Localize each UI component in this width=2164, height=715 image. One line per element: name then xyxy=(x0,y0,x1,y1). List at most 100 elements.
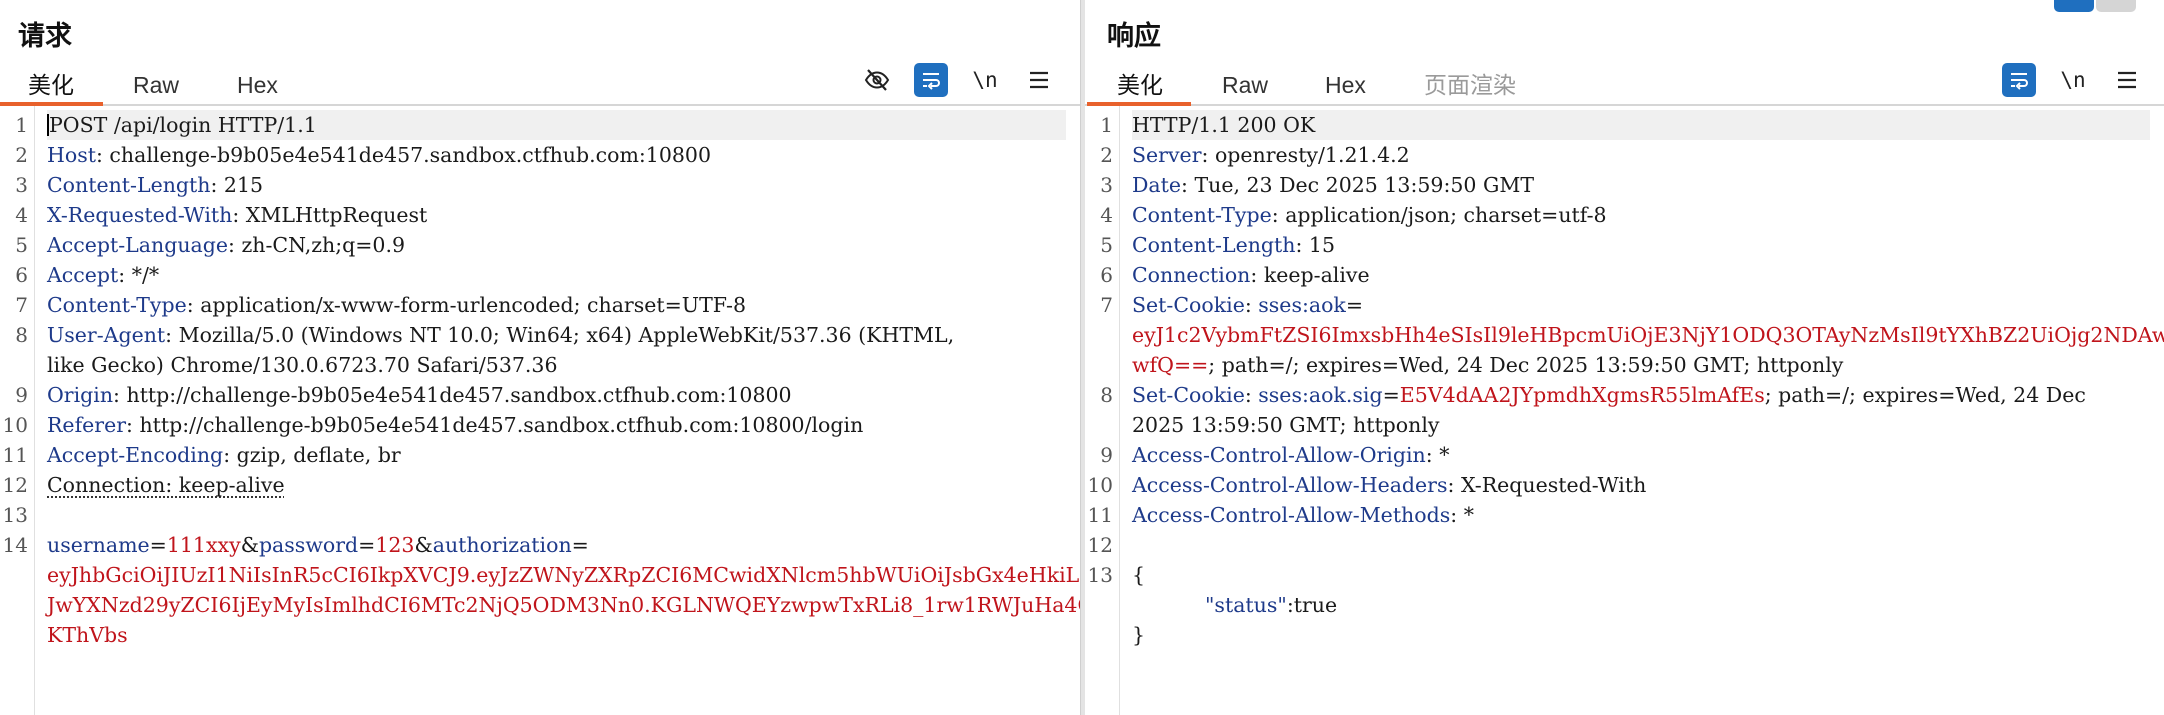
header-value: http://challenge-b9b05e4e541de457.sandbo… xyxy=(119,383,792,407)
request-editor[interactable]: 1 2 3 4 5 6 7 8 9 10 11 12 13 14 POST /a… xyxy=(0,106,1080,715)
wrap-icon[interactable] xyxy=(914,63,948,97)
header-name: Content-Type xyxy=(1132,203,1272,227)
line-number: 9 xyxy=(15,383,28,407)
header-value: gzip, deflate, br xyxy=(230,443,401,467)
request-line-3: Content-Length: 215 xyxy=(47,173,264,197)
line-number: 8 xyxy=(15,323,28,347)
header-value: Mozilla/5.0 (Windows NT 10.0; Win64; x64… xyxy=(172,323,955,347)
header-value: http://challenge-b9b05e4e541de457.sandbo… xyxy=(132,413,864,437)
response-line-4: Content-Type: application/json; charset=… xyxy=(1132,203,1607,227)
line-number: 8 xyxy=(1100,383,1113,407)
response-line-gutter: 1 2 3 4 5 6 7 8 9 10 11 12 13 xyxy=(1085,106,1120,715)
header-value: * xyxy=(1457,503,1474,527)
json-open-brace: { xyxy=(1132,563,1146,587)
response-status-line: HTTP/1.1 200 OK xyxy=(1132,110,2150,140)
header-value: openresty/1.21.4.2 xyxy=(1208,143,1410,167)
cookie-name: sses:aok xyxy=(1258,293,1346,317)
header-name: Accept-Encoding xyxy=(47,443,224,467)
line-number: 11 xyxy=(2,443,28,467)
line-number: 4 xyxy=(15,203,28,227)
header-name: Access-Control-Allow-Methods xyxy=(1132,503,1451,527)
hamburger-menu-icon[interactable] xyxy=(1022,63,1056,97)
layout-toggle-button[interactable] xyxy=(2096,0,2136,12)
header-name: Access-Control-Allow-Origin xyxy=(1132,443,1426,467)
line-number: 6 xyxy=(15,263,28,287)
line-number: 3 xyxy=(15,173,28,197)
request-line-9: Origin: http://challenge-b9b05e4e541de45… xyxy=(47,383,792,407)
cookie-value-wrap: wfQ==; path=/; expires=Wed, 24 Dec 2025 … xyxy=(1132,350,2150,380)
header-value: application/x-www-form-urlencoded; chars… xyxy=(193,293,747,317)
request-pane: 请求 美化 Raw Hex \n 1 2 3 4 5 6 7 8 9 10 11 xyxy=(0,0,1080,715)
header-name: Content-Length xyxy=(1132,233,1296,257)
response-line-6: Connection: keep-alive xyxy=(1132,263,1370,287)
request-tab-hex[interactable]: Hex xyxy=(237,68,278,102)
header-name: Accept xyxy=(47,263,119,287)
json-close-brace: } xyxy=(1132,623,1146,647)
request-body-line: username=111xxy&password=123&authorizati… xyxy=(47,533,589,557)
line-number: 2 xyxy=(15,143,28,167)
response-line-9: Access-Control-Allow-Origin: * xyxy=(1132,443,1450,467)
param-name: password xyxy=(258,533,359,557)
param-value: 111xxy xyxy=(166,533,241,557)
header-name: User-Agent xyxy=(47,323,166,347)
request-body-token-wrap: KThVbs xyxy=(47,623,128,647)
header-name: Content-Length xyxy=(47,173,211,197)
request-line-5: Accept-Language: zh-CN,zh;q=0.9 xyxy=(47,233,406,257)
response-tab-hex[interactable]: Hex xyxy=(1325,68,1366,102)
line-number: 14 xyxy=(2,533,28,557)
header-value: * xyxy=(1432,443,1450,467)
hamburger-menu-icon[interactable] xyxy=(2110,63,2144,97)
header-name: Origin xyxy=(47,383,114,407)
header-name: Server xyxy=(1132,143,1202,167)
line-number: 5 xyxy=(1100,233,1113,257)
newline-toggle-button[interactable]: \n xyxy=(968,63,1002,97)
eye-off-icon[interactable] xyxy=(860,63,894,97)
request-tab-pretty[interactable]: 美化 xyxy=(28,68,74,102)
line-number: 9 xyxy=(1100,443,1113,467)
line-number: 11 xyxy=(1087,503,1113,527)
header-value: 15 xyxy=(1302,233,1336,257)
line-number: 4 xyxy=(1100,203,1113,227)
request-tabbar: 美化 Raw Hex \n xyxy=(0,60,1080,106)
response-tab-raw[interactable]: Raw xyxy=(1222,68,1268,102)
request-line: POST /api/login HTTP/1.1 xyxy=(49,113,317,137)
request-body-token-wrap: eyJhbGciOiJIUzI1NiIsInR5cCI6IkpXVCJ9.eyJ… xyxy=(47,563,1080,587)
header-value: 215 xyxy=(217,173,264,197)
line-number: 12 xyxy=(2,473,28,497)
wrap-icon[interactable] xyxy=(2002,63,2036,97)
header-value: zh-CN,zh;q=0.9 xyxy=(234,233,406,257)
response-tab-render[interactable]: 页面渲染 xyxy=(1424,68,1516,102)
header-name: Set-Cookie xyxy=(1132,383,1245,407)
response-line-7: Set-Cookie: sses:aok= xyxy=(1132,293,1364,317)
line-number: 10 xyxy=(2,413,28,437)
line-number: 5 xyxy=(15,233,28,257)
param-value: 123 xyxy=(375,533,415,557)
line-number: 1 xyxy=(15,113,28,137)
header-name: Set-Cookie xyxy=(1132,293,1245,317)
response-line-11: Access-Control-Allow-Methods: * xyxy=(1132,503,1474,527)
response-line-5: Content-Length: 15 xyxy=(1132,233,1336,257)
response-line-10: Access-Control-Allow-Headers: X-Requeste… xyxy=(1132,473,1647,497)
layout-toggle-button[interactable] xyxy=(2054,0,2094,12)
request-line-gutter: 1 2 3 4 5 6 7 8 9 10 11 12 13 14 xyxy=(0,106,35,715)
response-line-3: Date: Tue, 23 Dec 2025 13:59:50 GMT xyxy=(1132,173,1534,197)
response-editor[interactable]: 1 2 3 4 5 6 7 8 9 10 11 12 13 HTTP/1.1 2… xyxy=(1085,106,2164,715)
line-number: 7 xyxy=(1100,293,1113,317)
response-title: 响应 xyxy=(1107,21,1161,51)
request-line-10: Referer: http://challenge-b9b05e4e541de4… xyxy=(47,413,864,437)
cookie-attributes: ; path=/; expires=Wed, 24 Dec 2025 13:59… xyxy=(1208,353,1844,377)
line-number: 13 xyxy=(2,503,28,527)
line-number: 13 xyxy=(1087,563,1113,587)
response-tab-pretty[interactable]: 美化 xyxy=(1117,68,1163,102)
request-line-8: User-Agent: Mozilla/5.0 (Windows NT 10.0… xyxy=(47,323,955,347)
header-name: X-Requested-With xyxy=(47,203,233,227)
header-value: challenge-b9b05e4e541de457.sandbox.ctfhu… xyxy=(102,143,712,167)
line-number: 6 xyxy=(1100,263,1113,287)
request-title: 请求 xyxy=(18,21,72,51)
request-tab-raw[interactable]: Raw xyxy=(133,68,179,102)
request-body-token-wrap: JwYXNzd29yZCI6IjEyMyIsImlhdCI6MTc2NjQ5OD… xyxy=(47,593,1080,617)
request-line-8-wrap: like Gecko) Chrome/130.0.6723.70 Safari/… xyxy=(47,353,558,377)
newline-toggle-button[interactable]: \n xyxy=(2056,63,2090,97)
header-value: */* xyxy=(125,263,160,287)
line-number: 3 xyxy=(1100,173,1113,197)
